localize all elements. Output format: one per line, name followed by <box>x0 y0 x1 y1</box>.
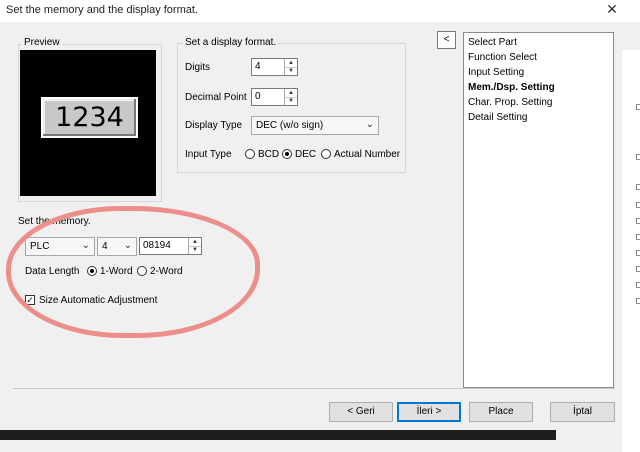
decimal-point-label: Decimal Point <box>185 92 247 103</box>
background-scrollbar <box>0 430 556 440</box>
window-title: Set the memory and the display format. <box>6 4 198 16</box>
background-checkbox <box>636 234 640 240</box>
background-checkbox <box>636 266 640 272</box>
digits-value: 4 <box>255 61 261 72</box>
nav-item-function-select[interactable]: Function Select <box>468 52 537 63</box>
background-checkbox <box>636 154 640 160</box>
place-button[interactable]: Place <box>469 402 533 422</box>
input-type-bcd-label: BCD <box>258 149 280 160</box>
decimal-point-value: 0 <box>255 91 261 102</box>
digits-label: Digits <box>185 62 211 73</box>
nav-item-detail-setting[interactable]: Detail Setting <box>468 112 527 123</box>
display-type-select[interactable]: DEC (w/o sign) ⌄ <box>251 116 379 135</box>
background-checkbox <box>636 250 640 256</box>
background-checkbox <box>636 202 640 208</box>
display-type-value: DEC (w/o sign) <box>256 120 324 131</box>
input-type-label: Input Type <box>185 149 232 160</box>
input-type-actual-radio[interactable] <box>321 149 331 159</box>
background-checkbox <box>636 184 640 190</box>
chevron-left-icon: < <box>443 34 450 45</box>
nav-item-mem-dsp-setting[interactable]: Mem./Dsp. Setting <box>468 82 555 93</box>
next-button[interactable]: İleri > <box>397 402 461 422</box>
decimal-point-stepper[interactable]: 0 ▲ ▼ <box>251 88 298 106</box>
wizard-steps-list: Select Part Function Select Input Settin… <box>463 32 614 388</box>
background-checkbox <box>636 218 640 224</box>
input-type-dec-label: DEC <box>295 149 317 160</box>
input-type-dec-radio[interactable] <box>282 149 292 159</box>
chevron-down-icon: ⌄ <box>365 119 374 130</box>
display-format-label: Set a display format. <box>183 37 279 48</box>
stepper-buttons: ▲ ▼ <box>284 59 297 75</box>
input-type-actual-label: Actual Number <box>334 149 401 160</box>
back-button[interactable]: < Geri <box>329 402 393 422</box>
background-checkbox <box>636 298 640 304</box>
preview-screen: 1234 <box>20 50 156 196</box>
digits-stepper[interactable]: 4 ▲ ▼ <box>251 58 298 76</box>
stepper-buttons: ▲ ▼ <box>284 89 297 105</box>
cancel-button[interactable]: İptal <box>550 402 615 422</box>
down-arrow-icon[interactable]: ▼ <box>285 97 297 105</box>
nav-item-char-prop-setting[interactable]: Char. Prop. Setting <box>468 97 553 108</box>
preview-label: Preview <box>22 37 62 48</box>
input-type-bcd-radio[interactable] <box>245 149 255 159</box>
nav-item-input-setting[interactable]: Input Setting <box>468 67 524 78</box>
display-type-label: Display Type <box>185 120 243 131</box>
annotation-circle <box>6 206 260 338</box>
background-checkbox <box>636 104 640 110</box>
title-bar: Set the memory and the display format. ✕ <box>0 0 640 22</box>
close-icon[interactable]: ✕ <box>603 1 621 19</box>
background-checkbox <box>636 282 640 288</box>
collapse-button[interactable]: < <box>437 31 456 49</box>
down-arrow-icon[interactable]: ▼ <box>285 67 297 75</box>
nav-item-select-part[interactable]: Select Part <box>468 37 517 48</box>
preview-display: 1234 <box>41 97 138 138</box>
footer-separator <box>13 388 615 389</box>
